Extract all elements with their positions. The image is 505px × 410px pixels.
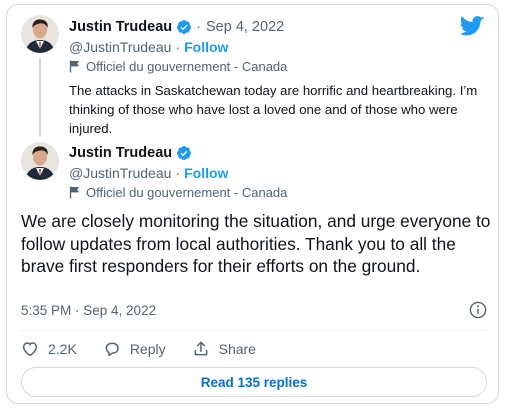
read-replies-button[interactable]: Read 135 replies xyxy=(21,367,487,397)
parent-tweet-date[interactable]: Sep 4, 2022 xyxy=(206,19,284,35)
info-icon[interactable] xyxy=(469,301,487,319)
parent-follow-link[interactable]: Follow xyxy=(184,39,228,55)
main-handle-row: @JustinTrudeau · Follow xyxy=(69,165,228,181)
main-tweet-text: We are closely monitoring the situation,… xyxy=(21,211,491,276)
parent-tweet-text: The attacks in Saskatchewan today are ho… xyxy=(69,83,478,136)
handle-dot: · xyxy=(175,165,181,181)
parent-avatar[interactable] xyxy=(21,15,59,53)
main-author-name[interactable]: Justin Trudeau xyxy=(69,145,172,161)
share-icon xyxy=(194,341,207,356)
main-affiliation: Officiel du gouvernement - Canada xyxy=(69,185,287,200)
main-avatar[interactable] xyxy=(21,142,59,180)
tweet-timestamp[interactable]: 5:35 PM · Sep 4, 2022 xyxy=(21,303,156,318)
share-label: Share xyxy=(218,341,256,357)
parent-handle[interactable]: @JustinTrudeau xyxy=(69,39,171,55)
parent-affiliation-label: Officiel du gouvernement - Canada xyxy=(86,59,288,74)
divider xyxy=(21,330,487,331)
main-handle[interactable]: @JustinTrudeau xyxy=(69,165,171,181)
parent-author-name[interactable]: Justin Trudeau xyxy=(69,19,172,35)
tweet-actions: 2.2K Reply Share xyxy=(21,338,282,360)
handle-dot: · xyxy=(175,39,181,55)
like-count: 2.2K xyxy=(48,341,77,357)
reply-icon xyxy=(105,342,119,357)
twitter-logo-icon[interactable] xyxy=(461,16,485,36)
parent-handle-row: @JustinTrudeau · Follow xyxy=(69,39,228,55)
header-separator: · xyxy=(196,19,201,35)
flag-icon xyxy=(69,60,79,73)
parent-tweet-header: Justin Trudeau · Sep 4, 2022 xyxy=(69,17,479,37)
flag-icon xyxy=(69,186,79,199)
heart-icon xyxy=(22,342,38,357)
verified-badge-icon xyxy=(176,19,192,35)
verified-badge-icon xyxy=(176,145,192,161)
share-button[interactable]: Share xyxy=(192,340,256,358)
thread-connector-line xyxy=(39,59,41,137)
reply-label: Reply xyxy=(129,341,166,357)
main-follow-link[interactable]: Follow xyxy=(184,165,228,181)
main-tweet-header: Justin Trudeau xyxy=(69,145,196,161)
parent-affiliation: Officiel du gouvernement - Canada xyxy=(69,59,287,74)
embedded-tweet-card: Justin Trudeau · Sep 4, 2022 @JustinTrud… xyxy=(6,4,499,404)
reply-button[interactable]: Reply xyxy=(103,340,166,358)
like-button[interactable]: 2.2K xyxy=(21,340,77,358)
main-affiliation-label: Officiel du gouvernement - Canada xyxy=(86,185,288,200)
